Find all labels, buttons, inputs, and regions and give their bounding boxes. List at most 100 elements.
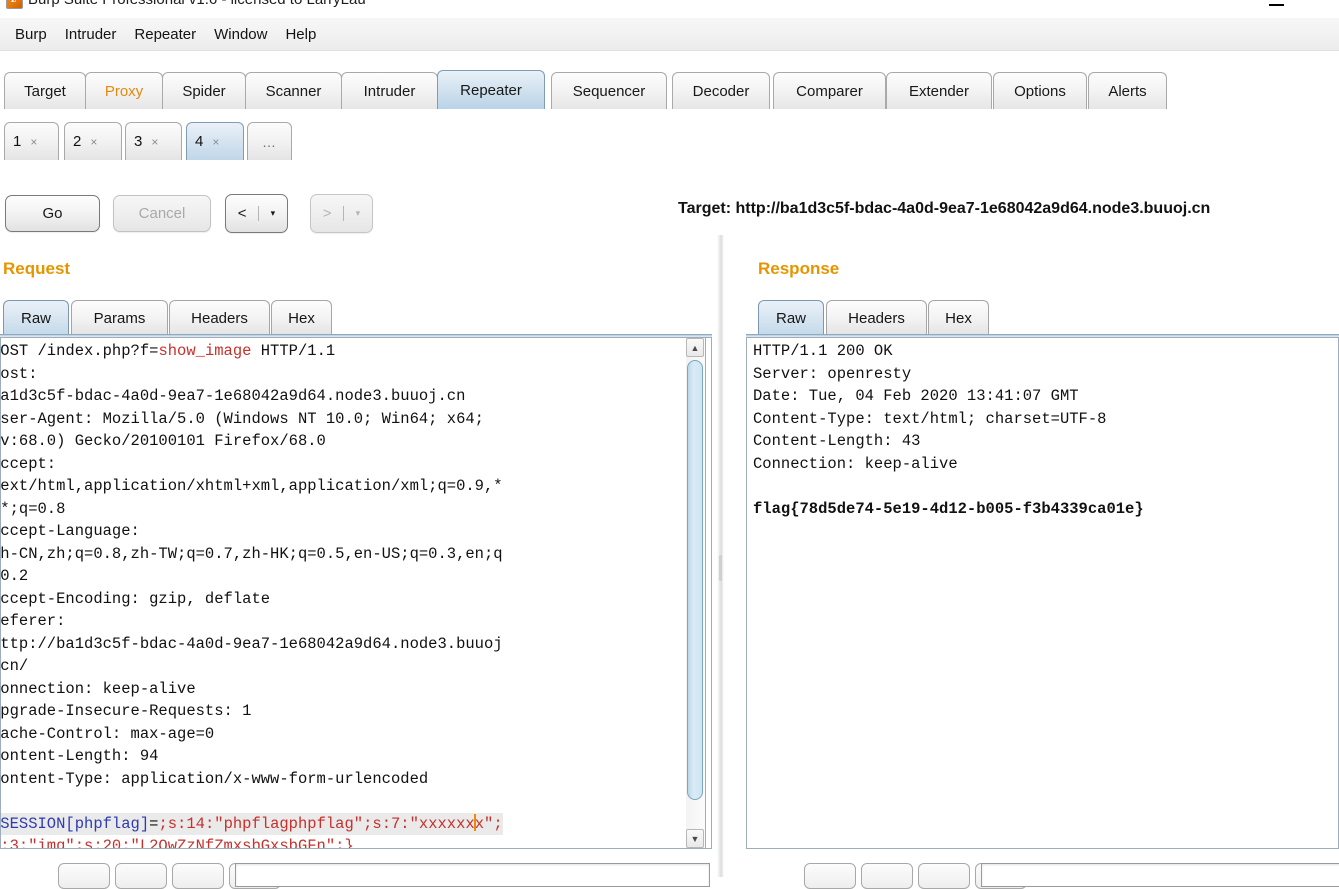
- target-url-label: Target: http://ba1d3c5f-bdac-4a0d-9ea7-1…: [678, 200, 1211, 217]
- repeater-tab-4[interactable]: 4 ×: [186, 122, 244, 160]
- request-bottom-button-1[interactable]: [58, 863, 110, 889]
- response-line-4: Content-Length: 43: [753, 432, 921, 450]
- splitter-grip-icon: [719, 555, 722, 581]
- request-bottom-button-2[interactable]: [115, 863, 167, 889]
- forward-button-separator: [343, 206, 345, 221]
- response-line-0: HTTP/1.1 200 OK: [753, 342, 893, 360]
- response-editor[interactable]: HTTP/1.1 200 OK Server: openresty Date: Tu…: [746, 337, 1339, 849]
- scroll-up-icon[interactable]: ▲: [686, 338, 704, 357]
- chevron-down-icon-forward: ▾: [355, 208, 361, 218]
- tab-options[interactable]: Options: [993, 72, 1087, 109]
- request-search-input[interactable]: [235, 863, 710, 887]
- chevron-right-icon: >: [322, 205, 332, 222]
- menu-item-intruder[interactable]: Intruder: [56, 24, 126, 45]
- response-text: HTTP/1.1 200 OK Server: openresty Date: Tu…: [753, 340, 1144, 520]
- request-tab-hex[interactable]: Hex: [271, 300, 332, 335]
- menu-item-repeater[interactable]: Repeater: [125, 24, 205, 45]
- request-tab-params[interactable]: Params: [71, 300, 168, 335]
- repeater-tab-more[interactable]: …: [247, 122, 292, 160]
- back-button-separator: [258, 206, 260, 221]
- tab-alerts[interactable]: Alerts: [1088, 72, 1167, 109]
- request-vertical-scrollbar[interactable]: ▲ ▼: [686, 337, 706, 849]
- tab-decoder[interactable]: Decoder: [672, 72, 770, 109]
- request-line-5: Accept:: [0, 454, 57, 473]
- repeater-tab-3-close-icon[interactable]: ×: [151, 135, 158, 149]
- response-bottom-button-3[interactable]: [918, 863, 970, 889]
- request-tab-raw[interactable]: Raw: [3, 300, 69, 335]
- request-line-9: zh-CN,zh;q=0.8,zh-TW;q=0.7,zh-HK;q=0.5,e…: [0, 544, 503, 563]
- request-line-6: text/html,application/xhtml+xml,applicat…: [0, 477, 503, 495]
- tab-spider[interactable]: Spider: [162, 72, 246, 109]
- request-body-line-0: _SESSION[phpflag]=;s:14:"phpflagphpflag"…: [1, 812, 503, 835]
- window-titlebar: Burp Suite Professional v1.6 - licensed …: [0, 0, 1339, 18]
- request-heading: Request: [3, 259, 71, 278]
- repeater-tab-2-label: 2: [73, 133, 82, 150]
- response-line-6: [753, 475, 1144, 498]
- burp-logo-icon: [6, 0, 23, 9]
- response-tab-headers[interactable]: Headers: [826, 300, 927, 335]
- menu-item-help[interactable]: Help: [276, 24, 325, 45]
- repeater-tab-1-close-icon[interactable]: ×: [30, 135, 37, 149]
- scroll-down-icon[interactable]: ▼: [686, 829, 704, 848]
- response-bottom-button-2[interactable]: [861, 863, 913, 889]
- request-line-3: User-Agent: Mozilla/5.0 (Windows NT 10.0…: [0, 409, 484, 428]
- response-line-1: Server: openresty: [753, 364, 912, 383]
- menu-item-window[interactable]: Window: [205, 24, 276, 45]
- response-line-3: Content-Type: text/html; charset=UTF-8: [753, 409, 1107, 428]
- chevron-down-icon: ▾: [270, 208, 276, 218]
- scroll-thumb[interactable]: [687, 360, 703, 800]
- menu-bar: Burp Intruder Repeater Window Help: [0, 18, 1339, 51]
- response-line-2: Date: Tue, 04 Feb 2020 13:41:07 GMT: [753, 387, 1079, 405]
- repeater-tabstrip: 1 × 2 × 3 × 4 × …: [0, 122, 1339, 164]
- response-tab-raw[interactable]: Raw: [758, 300, 824, 335]
- main-tabstrip: Target Proxy Spider Scanner Intruder Rep…: [0, 68, 1339, 115]
- repeater-tab-4-close-icon[interactable]: ×: [212, 135, 219, 149]
- forward-button[interactable]: > ▾: [310, 194, 373, 233]
- request-editor[interactable]: POST /index.php?f=show_image HTTP/1.1 Hos…: [0, 337, 712, 849]
- response-bottom-bar: [749, 855, 1339, 889]
- request-text: POST /index.php?f=show_image HTTP/1.1 Hos…: [0, 340, 503, 849]
- request-line-14: .cn/: [0, 657, 29, 675]
- panel-splitter[interactable]: [717, 235, 724, 877]
- repeater-tab-2[interactable]: 2 ×: [64, 122, 122, 160]
- minimize-button[interactable]: [1265, 0, 1291, 10]
- request-body-line-1: s:3:"img";s:20:"L2QwZzNfZmxsbGxsbGFn";}: [0, 837, 354, 849]
- request-line-4: rv:68.0) Gecko/20100101 Firefox/68.0: [0, 432, 326, 450]
- chevron-left-icon: <: [237, 205, 247, 222]
- response-tab-hex[interactable]: Hex: [928, 300, 989, 335]
- tab-intruder[interactable]: Intruder: [341, 72, 438, 109]
- request-line-19: Content-Type: application/x-www-form-url…: [0, 769, 429, 788]
- repeater-tab-4-label: 4: [195, 133, 204, 150]
- response-bottom-button-1[interactable]: [804, 863, 856, 889]
- request-line-18: Content-Length: 94: [0, 747, 159, 765]
- request-line-10: =0.2: [0, 567, 29, 585]
- menu-item-burp[interactable]: Burp: [6, 24, 56, 45]
- tab-extender[interactable]: Extender: [886, 72, 992, 109]
- cancel-button[interactable]: Cancel: [113, 195, 211, 232]
- response-line-5: Connection: keep-alive: [753, 454, 958, 473]
- request-tab-headers[interactable]: Headers: [169, 300, 270, 335]
- tab-scanner[interactable]: Scanner: [245, 72, 342, 109]
- tab-repeater[interactable]: Repeater: [437, 70, 545, 109]
- request-line-13: http://ba1d3c5f-bdac-4a0d-9ea7-1e68042a9…: [0, 634, 503, 653]
- request-line-7: /*;q=0.8: [0, 499, 66, 518]
- request-line-1: Host:: [0, 364, 38, 383]
- go-button[interactable]: Go: [5, 195, 100, 232]
- response-heading: Response: [758, 259, 840, 278]
- response-search-input[interactable]: [981, 863, 1339, 887]
- repeater-tab-3-label: 3: [134, 133, 143, 150]
- tab-proxy[interactable]: Proxy: [85, 72, 163, 109]
- response-line-7: flag{78d5de74-5e19-4d12-b005-f3b4339ca01…: [753, 499, 1144, 518]
- window-title: Burp Suite Professional v1.6 - licensed …: [28, 0, 366, 8]
- tab-comparer[interactable]: Comparer: [773, 72, 886, 109]
- repeater-tab-3[interactable]: 3 ×: [125, 122, 182, 160]
- request-line-12: Referer:: [0, 612, 66, 630]
- repeater-tab-1[interactable]: 1 ×: [4, 122, 59, 160]
- request-line-20: [1, 790, 503, 813]
- tab-target[interactable]: Target: [4, 72, 86, 109]
- repeater-tab-2-close-icon[interactable]: ×: [90, 135, 97, 149]
- back-button[interactable]: < ▾: [225, 194, 288, 233]
- request-bottom-button-3[interactable]: [172, 863, 224, 889]
- tab-sequencer[interactable]: Sequencer: [551, 72, 667, 109]
- request-line-16: Upgrade-Insecure-Requests: 1: [0, 702, 252, 720]
